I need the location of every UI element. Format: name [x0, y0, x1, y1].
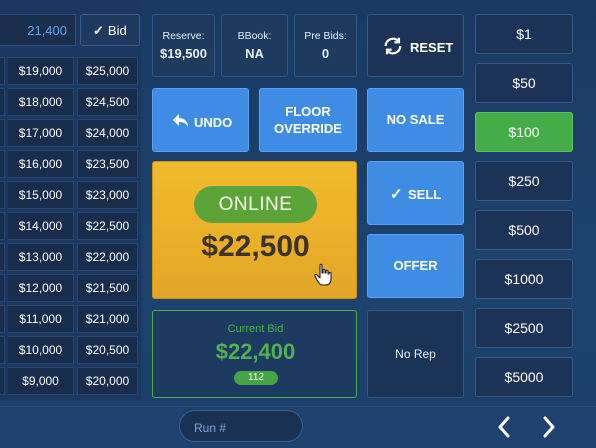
offer-button[interactable]: OFFER	[367, 234, 464, 298]
sell-label: SELL	[408, 187, 442, 202]
row-stub	[0, 336, 5, 364]
reset-button[interactable]: RESET	[367, 14, 464, 77]
reserve-value: $19,500	[160, 46, 207, 61]
price-low[interactable]: $12,000	[8, 274, 74, 302]
price-row: $13,000 $22,000	[0, 243, 141, 274]
bid-amount-input[interactable]: 21,400	[0, 14, 76, 46]
prebids-value: 0	[321, 46, 330, 61]
increment-button-1[interactable]: $1	[475, 14, 573, 54]
price-row: $19,000 $25,000	[0, 57, 141, 88]
row-stub	[0, 181, 5, 209]
price-low[interactable]: $13,000	[8, 243, 74, 271]
increment-button-250[interactable]: $250	[475, 161, 573, 201]
increment-button-1000[interactable]: $1000	[475, 259, 573, 299]
current-bid-panel: Current Bid $22,400 112	[152, 310, 357, 398]
increment-button-500[interactable]: $500	[475, 210, 573, 250]
floor-override-button[interactable]: FLOOR OVERRIDE	[259, 88, 357, 152]
hand-cursor-icon	[314, 263, 332, 286]
bottom-bar: Run #	[0, 406, 596, 448]
row-stub	[0, 212, 5, 240]
bid-button-label: Bid	[107, 23, 127, 38]
price-high[interactable]: $20,500	[77, 336, 138, 364]
undo-label: UNDO	[194, 115, 233, 130]
online-bid-panel[interactable]: ONLINE $22,500	[152, 161, 357, 299]
price-low[interactable]: $17,000	[8, 119, 74, 147]
reserve-box: Reserve: $19,500	[152, 14, 215, 77]
bbook-label: BBook:	[237, 30, 272, 42]
price-high[interactable]: $21,500	[77, 274, 138, 302]
floor-override-label-line2: OVERRIDE	[274, 121, 342, 136]
price-low[interactable]: $14,000	[8, 212, 74, 240]
row-stub	[0, 88, 5, 116]
increment-button-100[interactable]: $100	[475, 112, 573, 152]
price-row: $10,000 $20,500	[0, 336, 141, 367]
price-row: $15,000 $23,000	[0, 181, 141, 212]
online-amount: $22,500	[201, 230, 310, 263]
reserve-label: Reserve:	[162, 30, 205, 42]
checkmark-icon: ✓	[390, 186, 403, 203]
current-bid-amount: $22,400	[215, 339, 296, 364]
refresh-icon	[384, 37, 402, 55]
price-row: $17,000 $24,000	[0, 119, 141, 150]
price-rows: $19,000 $25,000 $18,000 $24,500 $17,000 $24…	[0, 57, 141, 398]
price-row: $18,000 $24,500	[0, 88, 141, 119]
increment-button-5000[interactable]: $5000	[475, 357, 573, 397]
price-low[interactable]: $11,000	[8, 305, 74, 333]
bid-entry-bar: 21,400 ✓ Bid	[0, 0, 141, 46]
row-stub	[0, 150, 5, 178]
row-stub	[0, 57, 5, 85]
price-low[interactable]: $16,000	[8, 150, 74, 178]
no-rep-button[interactable]: No Rep	[367, 310, 464, 398]
undo-button[interactable]: UNDO	[152, 88, 249, 152]
price-high[interactable]: $22,000	[77, 243, 138, 271]
price-high[interactable]: $24,000	[77, 119, 138, 147]
bid-button[interactable]: ✓ Bid	[80, 14, 140, 46]
prebids-box: Pre Bids: 0	[294, 14, 357, 77]
bidder-number-badge: 112	[234, 371, 278, 385]
previous-arrow-icon[interactable]	[496, 415, 512, 439]
price-row: $9,000 $20,000	[0, 367, 141, 398]
auction-console: 21,400 ✓ Bid $19,000 $25,000 $18,000 $24,50…	[0, 0, 596, 448]
row-stub	[0, 274, 5, 302]
no-sale-button[interactable]: NO SALE	[367, 88, 464, 152]
price-low[interactable]: $10,000	[8, 336, 74, 364]
no-sale-label: NO SALE	[386, 112, 445, 127]
run-number-input[interactable]: Run #	[179, 410, 303, 442]
sell-button[interactable]: ✓ SELL	[367, 161, 464, 225]
bbook-box: BBook: NA	[221, 14, 288, 77]
price-row: $12,000 $21,500	[0, 274, 141, 305]
undo-arrow-icon	[173, 114, 188, 127]
no-rep-label: No Rep	[395, 347, 436, 361]
increment-button-50[interactable]: $50	[475, 63, 573, 103]
price-row: $14,000 $22,500	[0, 212, 141, 243]
floor-override-label-line1: FLOOR	[285, 104, 331, 119]
checkmark-icon: ✓	[93, 23, 104, 38]
reset-label: RESET	[410, 40, 454, 55]
increment-button-2500[interactable]: $2500	[475, 308, 573, 348]
prebids-label: Pre Bids:	[304, 30, 347, 42]
offer-label: OFFER	[393, 258, 438, 273]
price-low[interactable]: $15,000	[8, 181, 74, 209]
online-badge: ONLINE	[194, 186, 317, 223]
price-row: $11,000 $21,000	[0, 305, 141, 336]
price-high[interactable]: $21,000	[77, 305, 138, 333]
price-high[interactable]: $23,500	[77, 150, 138, 178]
price-low[interactable]: $9,000	[8, 367, 74, 395]
row-stub	[0, 119, 5, 147]
price-ladder-panel: 21,400 ✓ Bid $19,000 $25,000 $18,000 $24,50…	[0, 0, 141, 400]
price-high[interactable]: $22,500	[77, 212, 138, 240]
row-stub	[0, 243, 5, 271]
next-arrow-icon[interactable]	[541, 415, 557, 439]
price-high[interactable]: $20,000	[77, 367, 138, 395]
price-low[interactable]: $18,000	[8, 88, 74, 116]
price-low[interactable]: $19,000	[8, 57, 74, 85]
row-stub	[0, 367, 5, 395]
price-high[interactable]: $23,000	[77, 181, 138, 209]
row-stub	[0, 305, 5, 333]
current-bid-label: Current Bid	[227, 323, 284, 335]
price-row: $16,000 $23,500	[0, 150, 141, 181]
price-high[interactable]: $25,000	[77, 57, 138, 85]
bbook-value: NA	[245, 46, 264, 61]
price-high[interactable]: $24,500	[77, 88, 138, 116]
